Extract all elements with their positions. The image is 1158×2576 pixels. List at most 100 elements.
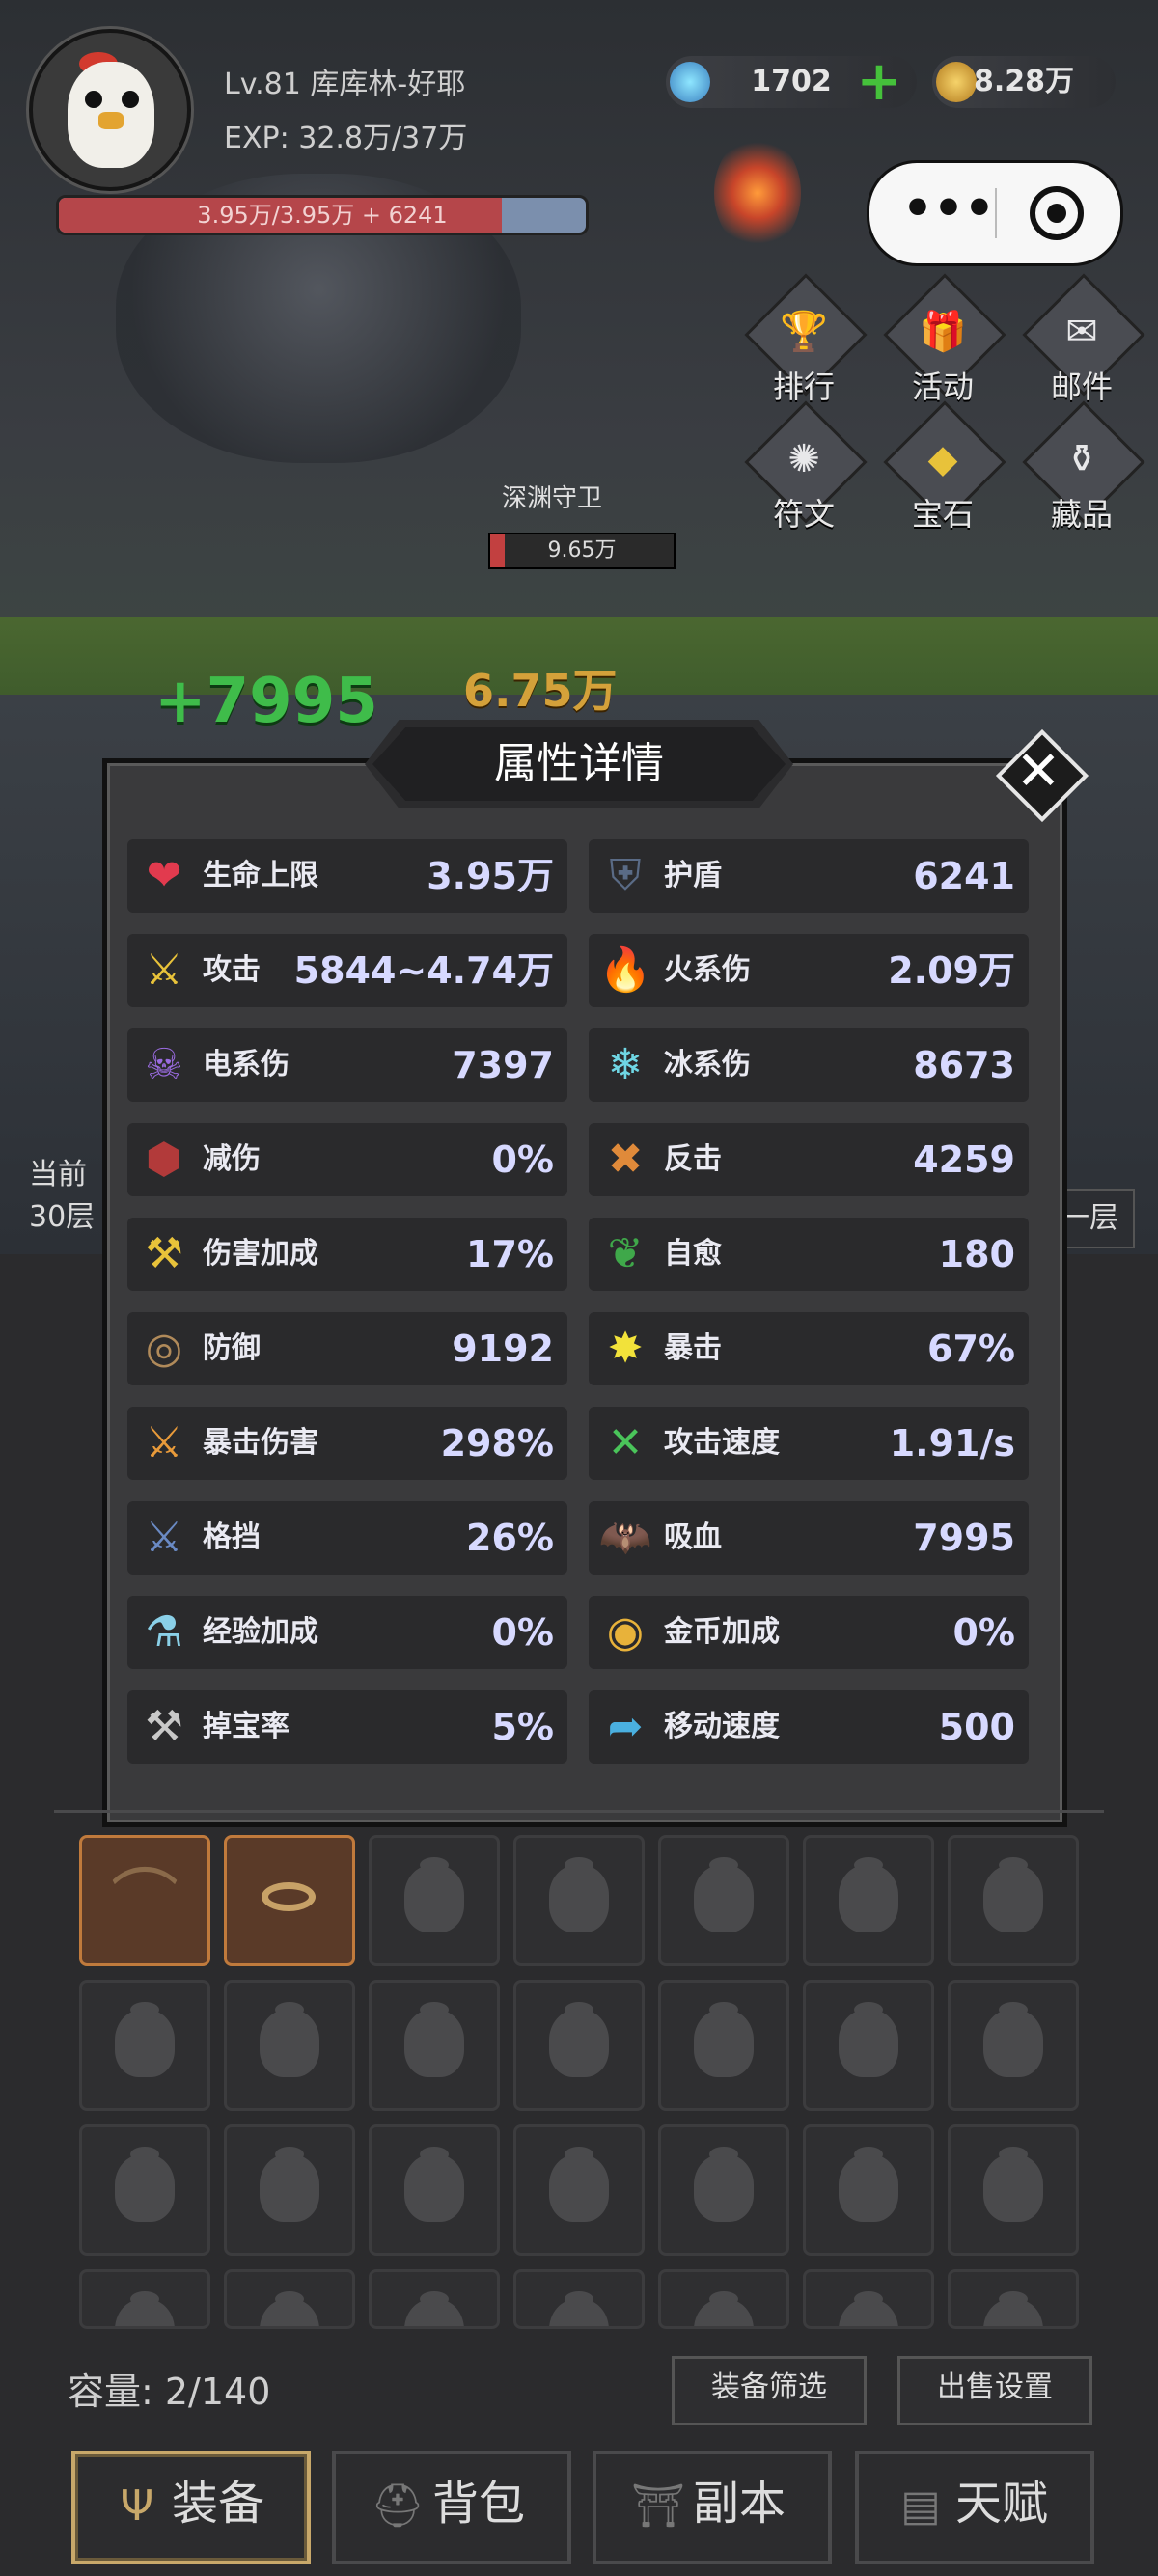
stat-value: 500: [938, 1706, 1015, 1748]
empty-bag-icon: [115, 2291, 175, 2326]
inventory-slot-empty[interactable]: [803, 1835, 934, 1966]
stat-value: 8673: [913, 1044, 1015, 1086]
loot-up-icon: ⚒: [145, 1702, 183, 1751]
stat-row: ❤ 生命上限 3.95万: [127, 839, 567, 913]
empty-bag-icon: [839, 2291, 898, 2326]
stat-value: 7995: [913, 1517, 1015, 1559]
inventory-slot-empty[interactable]: [513, 1835, 645, 1966]
empty-bag-icon: [404, 1857, 464, 1932]
empty-bag-icon: [983, 2002, 1043, 2077]
inventory-slot-empty[interactable]: [79, 2269, 210, 2329]
collection-icon: ⚱: [1065, 437, 1098, 481]
menu-gem-button[interactable]: ◆ 宝石: [882, 400, 1006, 534]
menu-rune-button[interactable]: ✺ 符文: [743, 400, 868, 534]
coin-up-icon: ◉: [606, 1607, 645, 1657]
inventory-slot-empty[interactable]: [948, 2269, 1079, 2329]
stat-row: ◎ 防御 9192: [127, 1312, 567, 1385]
inventory-slot-empty[interactable]: [224, 1980, 355, 2111]
inventory-slot-empty[interactable]: [803, 2269, 934, 2329]
inventory-divider: [54, 1810, 1104, 1813]
chicken-eye: [85, 91, 102, 108]
snowflake-icon: ❄: [607, 1040, 644, 1089]
inventory-slot-empty[interactable]: [79, 1980, 210, 2111]
stat-row: ⚔ 攻击 5844~4.74万: [127, 934, 567, 1007]
stat-row: ⚔ 暴击伤害 298%: [127, 1407, 567, 1480]
boss-hp-text: 9.65万: [547, 538, 617, 562]
inventory-slot-empty[interactable]: [658, 2124, 789, 2256]
empty-bag-icon: [694, 2291, 754, 2326]
more-options-icon[interactable]: •••: [902, 184, 995, 242]
add-gems-button[interactable]: +: [853, 55, 905, 109]
inventory-slot-empty[interactable]: [658, 2269, 789, 2329]
inventory-slot-ring[interactable]: [224, 1835, 355, 1966]
empty-bag-icon: [983, 2147, 1043, 2222]
stat-value: 7397: [452, 1044, 554, 1086]
inventory-slot-empty[interactable]: [369, 1835, 500, 1966]
menu-mail-button[interactable]: ✉ 邮件: [1021, 273, 1145, 407]
inventory-slot-empty[interactable]: [369, 1980, 500, 2111]
inventory-slot-empty[interactable]: [513, 2124, 645, 2256]
crit-burst-icon: ✸: [607, 1324, 644, 1373]
player-avatar[interactable]: [29, 29, 191, 191]
inventory-slot-bow[interactable]: ⌒: [79, 1835, 210, 1966]
stat-row: 🦇 吸血 7995: [589, 1501, 1029, 1575]
inventory-slot-empty[interactable]: [948, 1980, 1079, 2111]
stat-value: 0%: [491, 1138, 554, 1181]
inventory-slot-empty[interactable]: [224, 2124, 355, 2256]
stat-value: 2.09万: [888, 949, 1015, 992]
stat-row: ◉ 金币加成 0%: [589, 1596, 1029, 1669]
sword-icon: ⚔: [145, 945, 183, 995]
inventory-slot-empty[interactable]: [369, 2124, 500, 2256]
empty-bag-icon: [549, 2291, 609, 2326]
nav-dungeon[interactable]: ⛩ 副本: [593, 2451, 832, 2564]
menu-collection-button[interactable]: ⚱ 藏品: [1021, 400, 1145, 534]
player-level-name: Lv.81 库库林-好耶: [224, 68, 466, 101]
empty-bag-icon: [694, 2002, 754, 2077]
inventory-slot-empty[interactable]: [658, 1980, 789, 2111]
stat-name: 冰系伤: [664, 1048, 751, 1082]
current-floor: 当前 30层: [29, 1154, 95, 1239]
stat-row: ⛨ 护盾 6241: [589, 839, 1029, 913]
empty-bag-icon: [839, 1857, 898, 1932]
stat-name: 减伤: [203, 1142, 261, 1176]
inventory-slot-empty[interactable]: [948, 1835, 1079, 1966]
inventory-slot-empty[interactable]: [803, 1980, 934, 2111]
shield-icon: ⛨: [609, 851, 642, 900]
inventory-slot-empty[interactable]: [224, 2269, 355, 2329]
inventory-slot-empty[interactable]: [658, 1835, 789, 1966]
stat-name: 吸血: [664, 1521, 722, 1554]
inventory-slot-empty[interactable]: [803, 2124, 934, 2256]
empty-bag-icon: [694, 2147, 754, 2222]
menu-label: 邮件: [1050, 369, 1113, 405]
stat-row: ⚗ 经验加成 0%: [127, 1596, 567, 1669]
nav-talent[interactable]: ▤ 天赋: [855, 2451, 1094, 2564]
stat-value: 5844~4.74万: [293, 949, 554, 992]
stat-row: ⚒ 掉宝率 5%: [127, 1690, 567, 1764]
inventory-slot-empty[interactable]: [948, 2124, 1079, 2256]
damage-reduce-icon: ⬢: [145, 1135, 183, 1184]
close-button[interactable]: ✕: [995, 728, 1089, 823]
inventory-slot-empty[interactable]: [513, 2269, 645, 2329]
gate-icon: ⛩: [631, 2481, 685, 2531]
rune-icon: ✺: [787, 437, 820, 481]
stat-value: 26%: [466, 1517, 554, 1559]
equipment-filter-button[interactable]: 装备筛选: [672, 2356, 867, 2425]
inventory-slot-empty[interactable]: [513, 1980, 645, 2111]
exp-potion-icon: ⚗: [145, 1607, 183, 1657]
stat-name: 移动速度: [664, 1710, 780, 1743]
inventory-slot-empty[interactable]: [79, 2124, 210, 2256]
stat-value: 6241: [913, 855, 1015, 897]
empty-bag-icon: [549, 2002, 609, 2077]
inventory-slot-empty[interactable]: [369, 2269, 500, 2329]
menu-event-button[interactable]: 🎁 活动: [882, 273, 1006, 407]
block-sword-icon: ⚔: [145, 1513, 183, 1562]
sell-settings-button[interactable]: 出售设置: [897, 2356, 1092, 2425]
nav-equipment[interactable]: Ψ 装备: [71, 2451, 311, 2564]
boot-icon: ➦: [607, 1702, 644, 1751]
stat-row: ✖ 反击 4259: [589, 1123, 1029, 1196]
menu-ranking-button[interactable]: 🏆 排行: [743, 273, 868, 407]
close-target-icon[interactable]: [1030, 186, 1084, 240]
trophy-icon: 🏆: [780, 310, 828, 354]
nav-backpack[interactable]: ⛑ 背包: [332, 2451, 571, 2564]
crossed-swords-icon: ✖: [607, 1135, 644, 1184]
